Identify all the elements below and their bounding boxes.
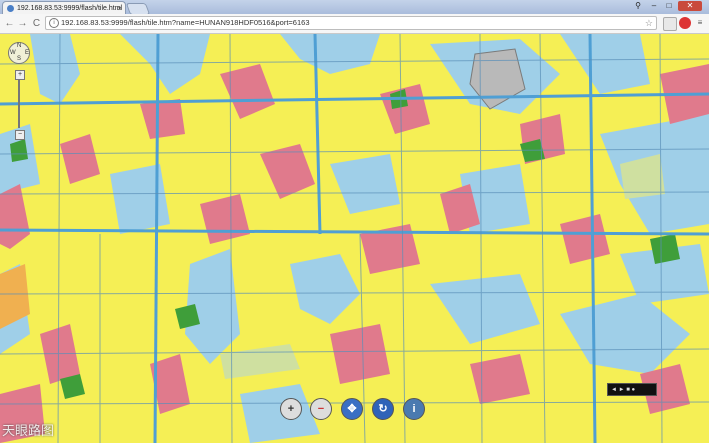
pan-north-button[interactable]: N — [17, 43, 21, 49]
pan-tool-icon[interactable]: ✥ — [341, 398, 363, 420]
commercial-areas — [0, 64, 709, 443]
back-button[interactable]: ← — [3, 17, 16, 30]
maximize-button[interactable]: □ — [662, 1, 676, 11]
browser-tab[interactable]: 192.168.83.53:9999/flash/tile.html × — [2, 1, 126, 14]
browser-titlebar: 192.168.83.53:9999/flash/tile.html × ⚲ –… — [0, 0, 709, 15]
bookmark-star-icon[interactable]: ☆ — [645, 17, 653, 29]
pan-west-button[interactable]: W — [10, 50, 16, 56]
extension-abp-icon[interactable] — [679, 17, 691, 29]
zoom-in-tool-icon[interactable]: + — [280, 398, 302, 420]
address-bar[interactable]: i 192.168.83.53:9999/flash/tile.htm?name… — [45, 16, 657, 30]
map-tiles — [0, 34, 709, 443]
extension-icon[interactable] — [663, 17, 677, 31]
map-toolbar: + − ✥ ↻ i — [278, 396, 438, 424]
close-window-button[interactable]: ✕ — [678, 1, 702, 11]
browser-toolbar: ← → C i 192.168.83.53:9999/flash/tile.ht… — [0, 14, 709, 34]
watermark-text: 天眼路图 — [2, 423, 55, 438]
forward-button[interactable]: → — [16, 17, 29, 30]
pan-control[interactable]: N S W E — [8, 42, 30, 64]
info-tool-icon[interactable]: i — [403, 398, 425, 420]
pan-south-button[interactable]: S — [17, 56, 21, 62]
tab-close-icon[interactable]: × — [117, 2, 122, 14]
reload-button[interactable]: C — [30, 17, 43, 30]
pan-east-button[interactable]: E — [25, 50, 29, 56]
map-viewport[interactable]: N S W E + − ◄ ► ■ ● + − ✥ ↻ i 天眼路图 — [0, 34, 709, 443]
zoom-in-button[interactable]: + — [15, 70, 25, 80]
zoom-out-tool-icon[interactable]: − — [310, 398, 332, 420]
address-url: 192.168.83.53:9999/flash/tile.htm?name=H… — [61, 18, 310, 27]
zoom-slider[interactable] — [18, 80, 20, 128]
refresh-tool-icon[interactable]: ↻ — [372, 398, 394, 420]
overview-panel[interactable]: ◄ ► ■ ● — [607, 383, 657, 396]
menu-icon[interactable]: ≡ — [694, 17, 706, 29]
user-profile-button[interactable]: ⚲ — [631, 1, 645, 11]
zoom-out-button[interactable]: − — [15, 130, 25, 140]
tab-title: 192.168.83.53:9999/flash/tile.html — [17, 5, 123, 12]
minimize-button[interactable]: – — [647, 1, 661, 11]
page-favicon-icon — [7, 5, 14, 12]
site-info-icon[interactable]: i — [49, 18, 59, 28]
